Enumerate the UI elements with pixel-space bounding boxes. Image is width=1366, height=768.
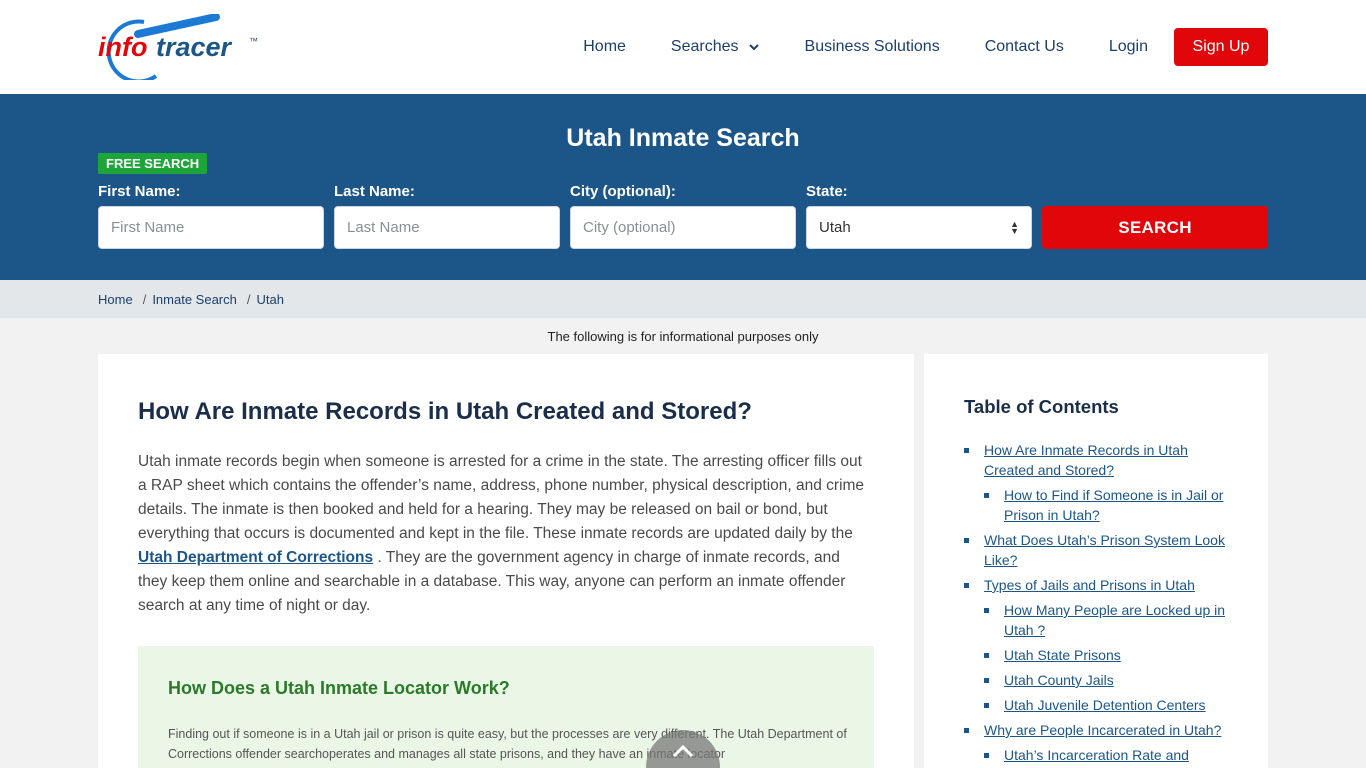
toc-item: How to Find if Someone is in Jail or Pri… <box>984 485 1234 525</box>
nav-login[interactable]: Login <box>1109 38 1148 56</box>
state-group: State: Utah ▲ ▼ <box>806 183 1032 249</box>
toc-link[interactable]: Utah’s Incarceration Rate and <box>1004 747 1189 763</box>
toc-item: How Are Inmate Records in Utah Created a… <box>964 440 1234 480</box>
state-select[interactable]: Utah ▲ ▼ <box>806 206 1032 249</box>
last-name-label: Last Name: <box>334 183 415 200</box>
utah-doc-link[interactable]: Utah Department of Corrections <box>138 549 373 566</box>
svg-text:tracer: tracer <box>156 32 233 62</box>
toc-title: Table of Contents <box>964 396 1119 417</box>
city-input[interactable] <box>570 206 796 249</box>
toc-link[interactable]: Types of Jails and Prisons in Utah <box>984 577 1195 593</box>
callout-text: Finding out if someone is in a Utah jail… <box>168 727 847 761</box>
state-label: State: <box>806 183 848 200</box>
last-name-input[interactable] <box>334 206 560 249</box>
toc-item: Utah’s Incarceration Rate and <box>984 745 1234 765</box>
toc-item: Utah Juvenile Detention Centers <box>984 695 1234 715</box>
nav-contact-us[interactable]: Contact Us <box>985 38 1064 56</box>
nav-home[interactable]: Home <box>583 38 626 56</box>
breadcrumb-inmate-search[interactable]: Inmate Search <box>152 292 237 307</box>
article-intro: Utah inmate records begin when someone i… <box>138 450 868 618</box>
nav-business-solutions[interactable]: Business Solutions <box>805 38 940 56</box>
svg-text:info: info <box>98 32 147 62</box>
infotracer-logo[interactable]: info tracer ™ <box>98 13 263 84</box>
signup-button[interactable]: Sign Up <box>1174 28 1268 66</box>
toc-link[interactable]: Why are People Incarcerated in Utah? <box>984 722 1221 738</box>
free-search-badge: FREE SEARCH <box>98 153 208 174</box>
toc-link[interactable]: Utah County Jails <box>1004 672 1114 688</box>
state-select-value: Utah <box>819 219 851 236</box>
toc-item: Why are People Incarcerated in Utah? <box>964 720 1234 740</box>
toc-link[interactable]: Utah Juvenile Detention Centers <box>1004 697 1206 713</box>
article-title: How Are Inmate Records in Utah Created a… <box>138 398 752 425</box>
toc-link[interactable]: How to Find if Someone is in Jail or Pri… <box>1004 487 1223 523</box>
intro-text-1: Utah inmate records begin when someone i… <box>138 453 865 542</box>
chevron-up-icon <box>672 744 694 758</box>
breadcrumb-home[interactable]: Home <box>98 292 133 307</box>
breadcrumb-utah[interactable]: Utah <box>256 292 283 307</box>
article-card: How Are Inmate Records in Utah Created a… <box>98 354 914 768</box>
callout-title: How Does a Utah Inmate Locator Work? <box>168 678 510 698</box>
first-name-group: First Name: <box>98 183 324 249</box>
select-arrows-icon: ▲ ▼ <box>1010 218 1019 236</box>
toc-list: How Are Inmate Records in Utah Created a… <box>964 440 1234 768</box>
locator-callout: How Does a Utah Inmate Locator Work? Fin… <box>138 646 874 768</box>
nav-searches-label: Searches <box>670 38 739 55</box>
breadcrumb-separator: / <box>142 291 147 307</box>
svg-text:™: ™ <box>249 36 258 46</box>
toc-link[interactable]: What Does Utah’s Prison System Look Like… <box>984 532 1225 568</box>
search-button[interactable]: SEARCH <box>1042 206 1268 249</box>
city-group: City (optional): <box>570 183 796 249</box>
toc-item: Utah State Prisons <box>984 645 1234 665</box>
toc-link[interactable]: How Are Inmate Records in Utah Created a… <box>984 442 1188 478</box>
last-name-group: Last Name: <box>334 183 560 249</box>
breadcrumb: Home / Inmate Search / Utah <box>0 280 1366 318</box>
main-nav: Home Searches Business Solutions Contact… <box>538 28 1268 66</box>
site-header: info tracer ™ Home Searches Business Sol… <box>0 0 1366 94</box>
chevron-down-icon <box>748 44 759 51</box>
first-name-input[interactable] <box>98 206 324 249</box>
city-label: City (optional): <box>570 183 676 200</box>
toc-item: Utah County Jails <box>984 670 1234 690</box>
page-title: Utah Inmate Search <box>566 124 800 152</box>
first-name-label: First Name: <box>98 183 181 200</box>
disclaimer-text: The following is for informational purpo… <box>547 329 819 344</box>
toc-link[interactable]: Utah State Prisons <box>1004 647 1121 663</box>
toc-link[interactable]: How Many People are Locked up in Utah ? <box>1004 602 1225 638</box>
toc-item: Types of Jails and Prisons in Utah <box>964 575 1234 595</box>
nav-searches[interactable]: Searches <box>671 38 760 56</box>
search-band: Utah Inmate Search FREE SEARCH First Nam… <box>0 94 1366 280</box>
toc-item: What Does Utah’s Prison System Look Like… <box>964 530 1234 570</box>
breadcrumb-separator: / <box>246 291 251 307</box>
toc-card: Table of Contents How Are Inmate Records… <box>924 354 1268 768</box>
toc-item: How Many People are Locked up in Utah ? <box>984 600 1234 640</box>
